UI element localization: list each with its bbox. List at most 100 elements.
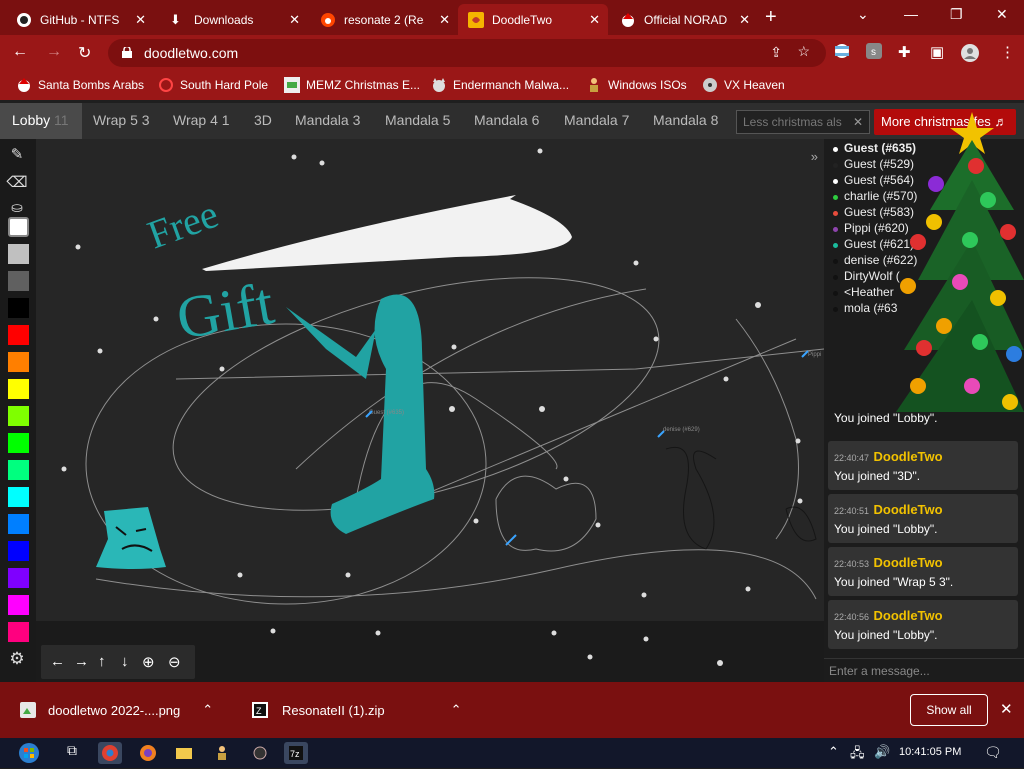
close-icon[interactable]: ✕ [1000,700,1013,718]
close-icon[interactable]: ✕ [589,12,600,28]
back-icon[interactable]: ← [12,43,28,61]
santa-icon [16,77,32,93]
restore-button[interactable]: ❐ [950,6,963,23]
extension-s-icon[interactable]: s [866,43,882,63]
minimize-button[interactable]: — [904,6,918,22]
download-item[interactable]: Z ResonateII (1).zip ⌃ [252,702,462,718]
tab-doodletwo[interactable]: DoodleTwo ✕ [458,4,608,35]
room-tab-mandala-5[interactable]: Mandala 5 [385,112,450,128]
bookmark-item[interactable]: Endermanch Malwa... [431,77,569,93]
chat-message: 22:40:47 DoodleTwo You joined "3D". [828,441,1018,490]
room-tab-wrap-4-1[interactable]: Wrap 4 1 [173,112,230,128]
dvd-icon [702,77,718,93]
new-tab-button[interactable]: + [765,6,777,29]
network-icon[interactable]: 🖧 [850,744,865,766]
chevron-up-icon[interactable]: ⌃ [451,702,462,718]
omnibox[interactable]: doodletwo.com ⇪ ☆ [108,39,826,67]
bookmark-item[interactable]: VX Heaven [702,77,785,93]
canvas-text-free: Free [142,191,224,258]
app-figure-icon[interactable] [210,742,234,764]
close-icon[interactable]: ✕ [739,12,750,28]
room-tab-wrap-5-3[interactable]: Wrap 5 3 [93,112,150,128]
room-tab-3d[interactable]: 3D [254,112,272,128]
menu-kebab-icon[interactable]: ⋮ [1000,43,1015,61]
less-christmas-input[interactable]: Less christmas als ✕ [736,110,870,134]
flag-icon[interactable] [834,43,850,63]
color-swatch[interactable] [8,352,29,372]
color-swatch[interactable] [8,514,29,534]
app-dark-icon[interactable] [248,742,272,764]
color-swatch[interactable] [8,298,29,318]
tab-norad[interactable]: Official NORAD ✕ [610,4,758,35]
download-item[interactable]: doodletwo 2022-....png ⌃ [20,702,213,718]
firefox-icon[interactable] [136,742,160,764]
color-swatch[interactable] [8,460,29,480]
color-swatch[interactable] [8,487,29,507]
chat-message-text: You joined "Lobby". [834,522,938,536]
chat-author[interactable]: DoodleTwo [874,449,943,464]
zip-file-icon: Z [252,702,268,718]
show-all-button[interactable]: Show all [910,694,988,726]
reload-icon[interactable]: ↻ [78,43,91,63]
color-swatch[interactable] [8,433,29,453]
extensions-puzzle-icon[interactable]: ✚ [898,43,911,61]
color-swatch[interactable] [8,568,29,588]
windows-start-icon[interactable] [14,742,44,764]
profile-avatar-icon[interactable] [960,43,980,67]
color-swatch[interactable] [8,217,29,237]
color-swatch[interactable] [8,325,29,345]
svg-text:Z: Z [256,706,262,716]
notification-icon[interactable]: 🗨 [984,744,1002,761]
task-view-icon[interactable]: ⧉ [60,742,84,764]
chat-author[interactable]: DoodleTwo [874,555,943,570]
7zip-icon[interactable]: 7z [284,742,308,764]
chrome-icon[interactable] [98,742,122,764]
color-swatch[interactable] [8,271,29,291]
close-icon[interactable]: ✕ [289,12,300,28]
room-tab-lobby[interactable]: Lobby 11 [0,103,82,139]
bookmark-item[interactable]: MEMZ Christmas E... [284,77,420,93]
share-icon[interactable]: ⇪ [770,44,782,61]
eraser-icon[interactable]: ⌫ [5,173,29,197]
taskbar-clock[interactable]: 10:41:05 PM [899,746,961,758]
color-swatch[interactable] [8,541,29,561]
chat-message: 22:40:51 DoodleTwo You joined "Lobby". [828,494,1018,543]
room-tab-mandala-3[interactable]: Mandala 3 [295,112,360,128]
room-tab-mandala-8[interactable]: Mandala 8 [653,112,718,128]
color-swatch[interactable] [8,595,29,615]
chevron-up-icon[interactable]: ⌃ [202,702,213,718]
chat-author[interactable]: DoodleTwo [874,502,943,517]
file-explorer-icon[interactable] [172,742,196,764]
close-icon[interactable]: ✕ [135,12,146,28]
tab-github[interactable]: GitHub - NTFS ✕ [6,4,154,35]
chat-author[interactable]: DoodleTwo [874,608,943,623]
close-icon[interactable]: ✕ [853,115,863,129]
tab-downloads[interactable]: ⬇ Downloads ✕ [160,4,308,35]
chevron-up-icon[interactable]: ⌃ [828,744,839,760]
close-icon[interactable]: ✕ [439,12,450,28]
chat-input[interactable]: Enter a message... [824,658,1024,682]
room-tab-mandala-6[interactable]: Mandala 6 [474,112,539,128]
color-swatch[interactable] [8,379,29,399]
volume-icon[interactable]: 🔊 [874,744,890,760]
forward-icon[interactable]: → [46,43,62,61]
settings-gear-icon[interactable]: ⚙ [5,649,29,673]
bookmark-item[interactable]: Santa Bombs Arabs [16,77,144,93]
bookmark-label: South Hard Pole [180,78,269,92]
color-swatch[interactable] [8,244,29,264]
color-swatch[interactable] [8,406,29,426]
pencil-icon[interactable]: ✎ [5,145,29,169]
collapse-panel-icon[interactable]: » [811,149,818,164]
svg-text:s: s [871,47,876,58]
tab-search-icon[interactable]: ⌄ [857,6,869,23]
close-window-button[interactable]: ✕ [996,6,1008,23]
bookmark-item[interactable]: Windows ISOs [586,77,687,93]
room-tab-mandala-7[interactable]: Mandala 7 [564,112,629,128]
color-swatch[interactable] [8,622,29,642]
side-panel-icon[interactable]: ▣ [930,43,944,61]
drawing-canvas[interactable]: Free Gift Guest (#635) denise (#629) Pip… [36,139,825,621]
tab-reddit[interactable]: resonate 2 (Res ✕ [310,4,458,35]
bookmark-star-icon[interactable]: ☆ [797,43,810,60]
bookmark-item[interactable]: South Hard Pole [158,77,268,93]
chat-message-text: You joined "3D". [834,469,921,483]
